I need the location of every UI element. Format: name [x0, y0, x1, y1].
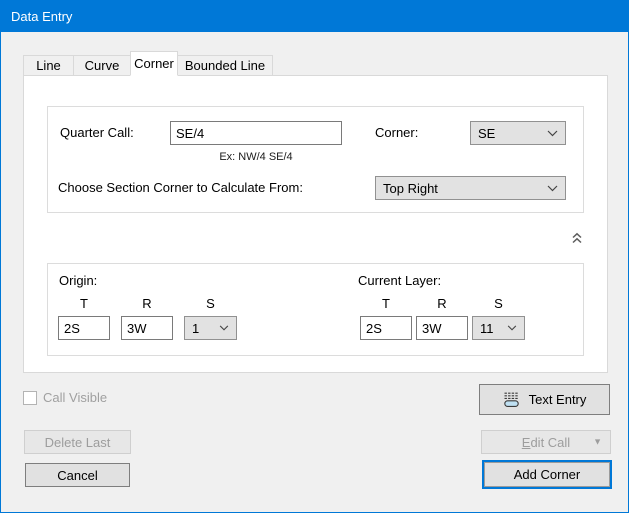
- quarter-call-input[interactable]: [170, 121, 342, 145]
- current-col-t-label: T: [382, 296, 390, 311]
- origin-s-select-value: 1: [192, 320, 200, 336]
- edit-call-label-rest: dit Call: [530, 434, 571, 450]
- origin-label: Origin:: [59, 273, 98, 288]
- delete-last-label: Delete Last: [44, 434, 111, 450]
- current-layer-t-input[interactable]: [360, 316, 412, 340]
- origin-s-select[interactable]: 1: [184, 316, 237, 340]
- cancel-button[interactable]: Cancel: [25, 463, 130, 487]
- section-corner-select-value: Top Right: [383, 180, 438, 196]
- section-corner-label: Choose Section Corner to Calculate From:: [58, 180, 303, 195]
- chevron-down-icon: [507, 325, 517, 331]
- quarter-call-hint: Ex: NW/4 SE/4: [219, 151, 293, 163]
- section-corner-select[interactable]: Top Right: [375, 176, 566, 200]
- text-entry-icon: [503, 391, 520, 408]
- origin-col-s-label: S: [206, 296, 215, 311]
- corner-label: Corner:: [375, 125, 419, 140]
- origin-r-input[interactable]: [121, 316, 173, 340]
- call-visible-label: Call Visible: [43, 390, 108, 405]
- corner-tab-page: Quarter Call: Ex: NW/4 SE/4 Corner: SE C…: [23, 75, 608, 373]
- current-layer-label: Current Layer:: [358, 273, 442, 288]
- corner-select[interactable]: SE: [470, 121, 566, 145]
- township-group: Origin: T R S 1 Current Layer: T R S 11: [47, 263, 584, 356]
- tab-curve-label: Curve: [84, 58, 120, 73]
- origin-t-input[interactable]: [58, 316, 110, 340]
- current-layer-s-select[interactable]: 11: [472, 316, 525, 340]
- call-entry-group: Quarter Call: Ex: NW/4 SE/4 Corner: SE C…: [47, 106, 584, 213]
- tab-line[interactable]: Line: [23, 55, 74, 76]
- origin-col-t-label: T: [80, 296, 88, 311]
- chevron-down-icon: [547, 130, 558, 137]
- tab-line-label: Line: [36, 58, 61, 73]
- current-layer-s-select-value: 11: [480, 320, 494, 336]
- data-entry-dialog: Data Entry Line Curve Corner Bounded Lin…: [0, 0, 629, 513]
- chevron-down-icon: [219, 325, 229, 331]
- current-col-s-label: S: [494, 296, 503, 311]
- tab-curve[interactable]: Curve: [73, 55, 131, 76]
- corner-select-value: SE: [478, 125, 496, 141]
- cancel-label: Cancel: [57, 467, 98, 483]
- tab-bounded-line-label: Bounded Line: [184, 58, 266, 73]
- origin-col-r-label: R: [142, 296, 152, 311]
- current-layer-r-input[interactable]: [416, 316, 468, 340]
- chevron-double-up-icon: [571, 232, 583, 244]
- delete-last-button[interactable]: Delete Last: [24, 430, 131, 454]
- tab-corner[interactable]: Corner: [130, 51, 178, 76]
- current-col-r-label: R: [437, 296, 447, 311]
- tab-bounded-line[interactable]: Bounded Line: [177, 55, 273, 76]
- edit-call-label: Edit Call: [522, 435, 570, 450]
- page-title: Data Entry: [11, 9, 73, 24]
- call-visible-row: Call Visible: [23, 390, 107, 405]
- tab-corner-label: Corner: [134, 56, 174, 71]
- add-corner-label: Add Corner: [513, 467, 581, 482]
- title-bar: Data Entry: [1, 1, 628, 32]
- dropdown-arrow-icon: ▼: [593, 436, 602, 447]
- edit-call-button[interactable]: Edit Call ▼: [481, 430, 611, 454]
- text-entry-label: Text Entry: [528, 392, 587, 407]
- tab-strip: Line Curve Corner Bounded Line: [23, 51, 273, 76]
- call-visible-checkbox[interactable]: [23, 390, 37, 405]
- quarter-call-label: Quarter Call:: [60, 125, 134, 140]
- text-entry-button[interactable]: Text Entry: [479, 384, 610, 415]
- add-corner-button[interactable]: Add Corner: [482, 460, 612, 489]
- chevron-down-icon: [547, 185, 558, 192]
- collapse-section-button[interactable]: [568, 229, 586, 247]
